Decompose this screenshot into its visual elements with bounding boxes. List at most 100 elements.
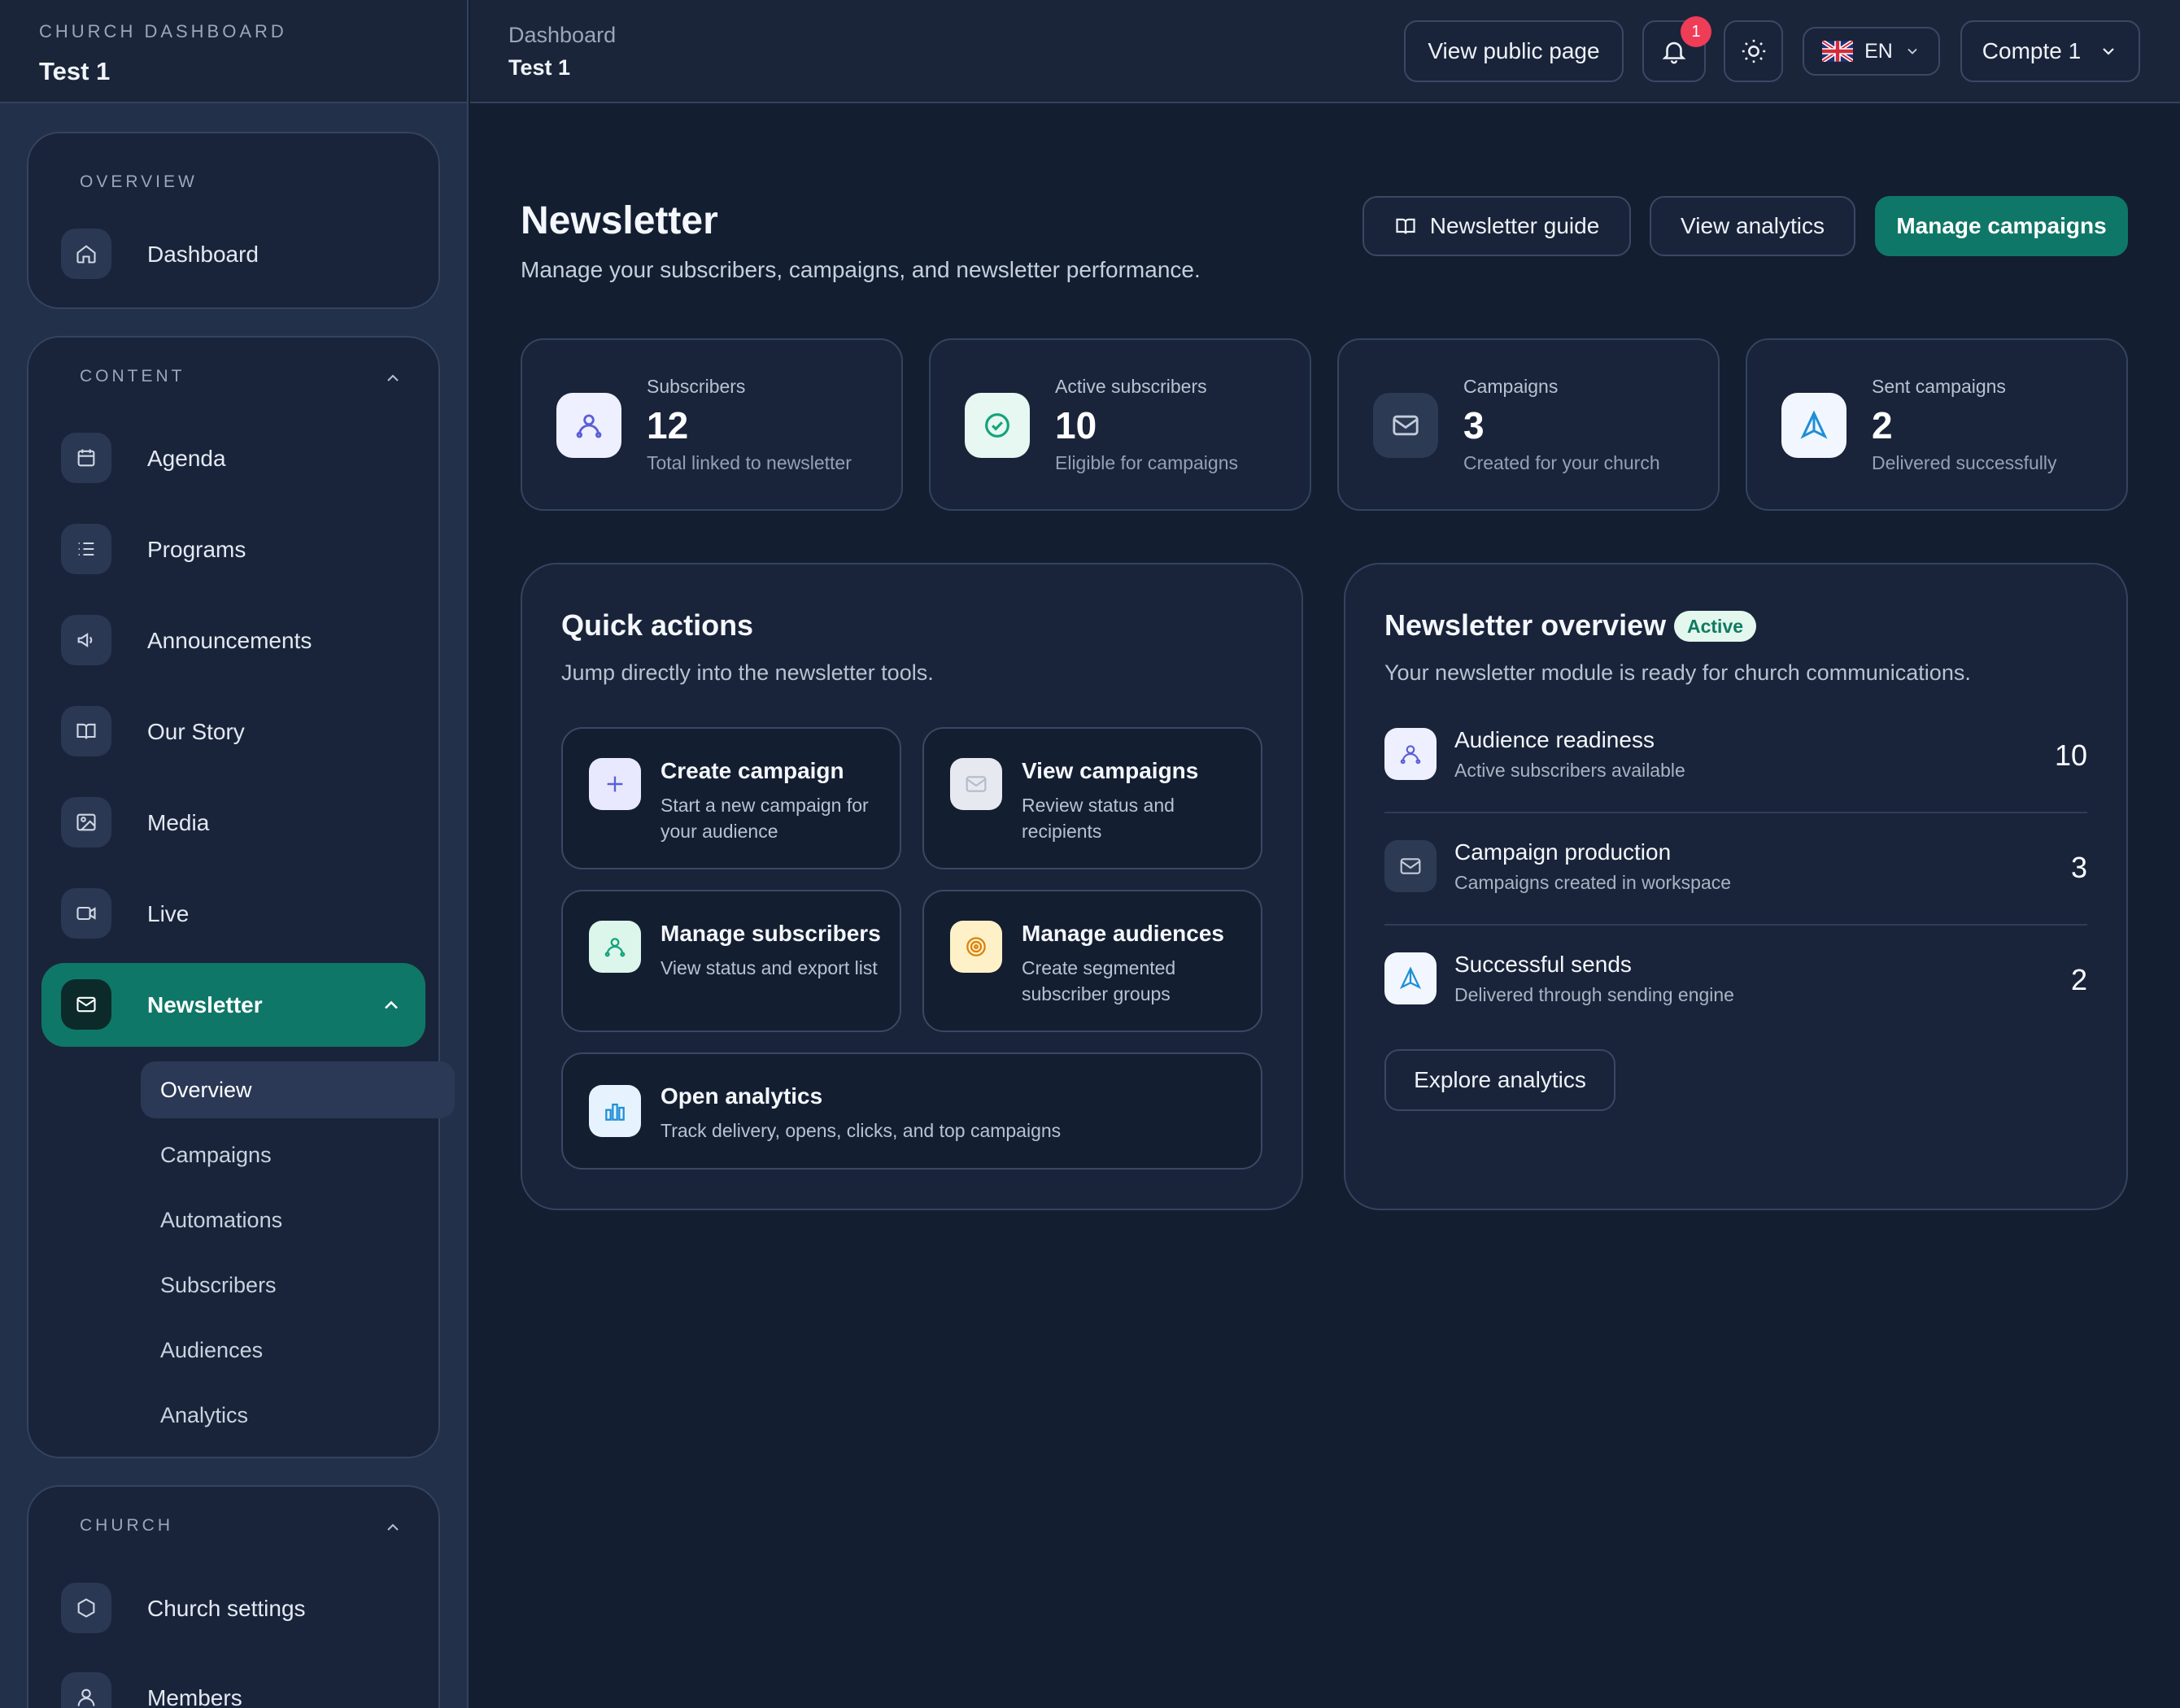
quick-actions-title: Quick actions [561,608,754,642]
brand-name: Test 1 [39,57,111,85]
breadcrumb[interactable]: Dashboard [508,23,616,48]
overview-subtitle: Your newsletter module is ready for chur… [1384,660,1971,685]
sidebar-item-media[interactable]: Media [41,781,425,865]
newsletter-sub-audiences[interactable]: Audiences [141,1322,455,1379]
sidebar-item-live[interactable]: Live [41,872,425,956]
sidebar: CHURCH DASHBOARD Test 1 OVERVIEW Dashboa… [0,0,469,1708]
action-desc: Create segmented subscriber groups [1022,957,1176,1004]
stat-label: Sent campaigns [1872,376,2006,397]
create-campaign-action[interactable]: Create campaign Start a new campaign for… [561,727,901,869]
chevron-up-icon[interactable] [383,1518,403,1537]
stat-label: Campaigns [1463,376,1559,397]
view-analytics-button[interactable]: View analytics [1650,196,1855,256]
page-title: Newsletter [521,199,718,242]
action-desc: Track delivery, opens, clicks, and top c… [661,1120,1062,1141]
sidebar-item-members[interactable]: Members [41,1656,425,1708]
sun-icon [1740,37,1768,65]
stat-card-subscribers: Subscribers 12 Total linked to newslette… [521,338,903,511]
action-title: Create campaign [661,758,844,783]
action-title: Open analytics [661,1083,823,1109]
brand-kicker: CHURCH DASHBOARD [39,21,287,41]
action-title: View campaigns [1022,758,1199,783]
users-icon [1384,728,1437,780]
stat-note: Created for your church [1463,452,1660,473]
calendar-icon [61,433,111,483]
sidebar-item-programs[interactable]: Programs [41,508,425,591]
sidebar-item-church-settings[interactable]: Church settings [41,1566,425,1650]
row-title: Campaign production [1454,839,1672,865]
explore-analytics-button[interactable]: Explore analytics [1384,1049,1615,1111]
notification-count-badge: 1 [1681,16,1711,47]
stat-note: Eligible for campaigns [1055,452,1239,473]
newsletter-sub-analytics[interactable]: Analytics [141,1387,455,1444]
bar-chart-icon [589,1085,641,1137]
sidebar-item-announcements[interactable]: Announcements [41,599,425,682]
row-value: 2 [2070,963,2087,996]
action-desc: Start a new campaign for your audience [661,795,869,842]
users-icon [556,393,621,458]
chevron-down-icon [1904,43,1921,59]
view-public-page-button[interactable]: View public page [1404,20,1624,82]
language-label: EN [1864,39,1893,63]
stat-value: 3 [1463,404,1485,447]
action-title: Manage subscribers [661,921,881,946]
language-selector[interactable]: EN [1803,27,1940,76]
uk-flag-icon [1822,41,1854,62]
send-icon [1781,393,1846,458]
theme-toggle-button[interactable] [1724,20,1783,82]
view-campaigns-action[interactable]: View campaigns Review status and recipie… [922,727,1262,869]
manage-subscribers-action[interactable]: Manage subscribers View status and expor… [561,890,901,1032]
open-analytics-action[interactable]: Open analytics Track delivery, opens, cl… [561,1052,1262,1170]
action-title: Manage audiences [1022,921,1224,946]
account-name: Compte 1 [1982,38,2082,63]
church-section-label: CHURCH [80,1516,173,1535]
plus-icon [589,758,641,810]
chevron-up-icon[interactable] [383,368,403,388]
mail-icon [1384,840,1437,892]
sidebar-item-label: Church settings [147,1595,306,1621]
sidebar-item-label: Live [147,900,190,926]
book-icon [61,706,111,756]
overview-title: Newsletter overview [1384,608,1667,642]
content-nav-card: CONTENT Agenda Programs Announcements Ou… [27,336,455,1458]
status-badge: Active [1674,611,1757,642]
manage-audiences-action[interactable]: Manage audiences Create segmented subscr… [922,890,1262,1032]
newsletter-sub-subscribers[interactable]: Subscribers [141,1257,455,1314]
send-icon [1384,952,1437,1004]
sidebar-item-label: Dashboard [147,241,259,267]
content-section-label: CONTENT [80,367,185,386]
sidebar-item-agenda[interactable]: Agenda [41,416,425,500]
newsletter-sub-overview[interactable]: Overview [141,1061,455,1118]
stat-card-sent-campaigns: Sent campaigns 2 Delivered successfully [1746,338,2128,511]
newsletter-sub-automations[interactable]: Automations [141,1192,455,1248]
account-menu-button[interactable]: Compte 1 [1960,20,2140,82]
manage-campaigns-button[interactable]: Manage campaigns [1875,196,2128,256]
row-desc: Delivered through sending engine [1454,984,1734,1005]
sidebar-item-label: Newsletter [147,991,263,1017]
sidebar-item-label: Members [147,1684,242,1708]
row-value: 10 [2054,739,2087,772]
sidebar-item-our-story[interactable]: Our Story [41,690,425,773]
row-value: 3 [2070,851,2087,884]
stat-label: Active subscribers [1055,376,1207,397]
audience-readiness-row: Audience readiness Active subscribers av… [1384,701,2087,813]
user-icon [61,1672,111,1708]
check-circle-icon [965,393,1030,458]
newsletter-guide-button[interactable]: Newsletter guide [1362,196,1631,256]
campaign-production-row: Campaign production Campaigns created in… [1384,813,2087,926]
sidebar-item-newsletter[interactable]: Newsletter [41,963,425,1047]
list-icon [61,524,111,574]
row-desc: Active subscribers available [1454,760,1685,781]
action-desc: Review status and recipients [1022,795,1175,842]
church-nav-card: CHURCH Church settings Members [27,1485,440,1708]
mail-icon [950,758,1002,810]
sidebar-item-dashboard[interactable]: Dashboard [41,212,425,296]
mail-icon [1373,393,1438,458]
target-icon [950,921,1002,973]
sidebar-item-label: Announcements [147,627,312,653]
sidebar-item-label: Programs [147,536,246,562]
newsletter-sub-campaigns[interactable]: Campaigns [141,1126,455,1183]
book-open-icon [1394,215,1417,237]
stat-value: 12 [647,404,689,447]
stat-value: 2 [1872,404,1893,447]
